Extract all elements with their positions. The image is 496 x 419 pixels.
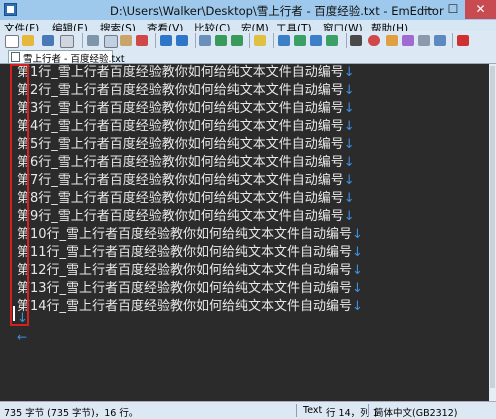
editor-line: 第1行_雪上行者百度经验教你如何给纯文本文件自动编号↓ (17, 64, 355, 82)
toolbar-separator (273, 33, 274, 48)
line-text: 第14行_雪上行者百度经验教你如何给纯文本文件自动编号 (17, 299, 353, 314)
eol-mark: ↓ (343, 137, 355, 152)
line-text: 第12行_雪上行者百度经验教你如何给纯文本文件自动编号 (17, 263, 353, 278)
editor-line: 第6行_雪上行者百度经验教你如何给纯文本文件自动编号↓ (17, 154, 355, 172)
eol-mark: ↓ (352, 227, 363, 242)
toolbar-separator (346, 33, 347, 48)
editor-line: 第7行_雪上行者百度经验教你如何给纯文本文件自动编号↓ (17, 172, 355, 190)
editor-line: 第14行_雪上行者百度经验教你如何给纯文本文件自动编号↓ (17, 298, 363, 316)
undo-icon[interactable] (160, 35, 172, 46)
editor-line: 第5行_雪上行者百度经验教你如何给纯文本文件自动编号↓ (17, 136, 355, 154)
line-text: 第7行_雪上行者百度经验教你如何给纯文本文件自动编号 (17, 173, 344, 188)
line-text: 第2行_雪上行者百度经验教你如何给纯文本文件自动编号 (17, 83, 344, 98)
line-text: 第9行_雪上行者百度经验教你如何给纯文本文件自动编号 (17, 209, 344, 224)
settings-icon[interactable] (418, 35, 430, 46)
window-title: D:\Users\Walker\Desktop\雪上行者 - 百度经验.txt … (110, 4, 444, 18)
editor-line: 第12行_雪上行者百度经验教你如何给纯文本文件自动编号↓ (17, 262, 363, 280)
eol-mark: ↓ (352, 245, 363, 260)
editor-line: 第3行_雪上行者百度经验教你如何给纯文本文件自动编号↓ (17, 100, 355, 118)
eol-mark: ↓ (352, 299, 363, 314)
redo-icon[interactable] (176, 35, 188, 46)
line-text: 第4行_雪上行者百度经验教你如何给纯文本文件自动编号 (17, 119, 344, 134)
highlight-icon[interactable] (254, 35, 266, 46)
view-icon[interactable] (326, 35, 338, 46)
window-icon[interactable] (434, 35, 446, 46)
new-file-icon[interactable] (5, 35, 19, 48)
view-icon[interactable] (278, 35, 290, 46)
status-separator (296, 404, 297, 417)
view-icon[interactable] (310, 35, 322, 46)
record-icon[interactable] (368, 35, 380, 46)
view-icon[interactable] (294, 35, 306, 46)
editor-line: 第9行_雪上行者百度经验教你如何给纯文本文件自动编号↓ (17, 208, 355, 226)
delete-icon[interactable] (136, 35, 148, 46)
line-text: 第11行_雪上行者百度经验教你如何给纯文本文件自动编号 (17, 245, 353, 260)
paste-icon[interactable] (120, 35, 132, 46)
print-icon[interactable] (60, 35, 74, 48)
save-icon[interactable] (42, 35, 54, 46)
line-text: 第5行_雪上行者百度经验教你如何给纯文本文件自动编号 (17, 137, 344, 152)
copy-icon[interactable] (104, 35, 118, 48)
line-text: 第3行_雪上行者百度经验教你如何给纯文本文件自动编号 (17, 101, 344, 116)
editor-line: 第8行_雪上行者百度经验教你如何给纯文本文件自动编号↓ (17, 190, 355, 208)
scrollbar-thumb[interactable] (490, 66, 495, 388)
status-mode[interactable]: Text (303, 405, 322, 416)
find-next-icon[interactable] (215, 35, 227, 46)
editor-line: 第13行_雪上行者百度经验教你如何给纯文本文件自动编号↓ (17, 280, 363, 298)
eol-mark: ↓ (343, 191, 355, 206)
eol-mark: ↓ (343, 155, 355, 170)
editor-line: 第10行_雪上行者百度经验教你如何给纯文本文件自动编号↓ (17, 226, 363, 244)
app-icon[interactable] (4, 3, 17, 16)
line-text: 第10行_雪上行者百度经验教你如何给纯文本文件自动编号 (17, 227, 353, 242)
highlight-box (10, 64, 29, 326)
line-text: 第6行_雪上行者百度经验教你如何给纯文本文件自动编号 (17, 155, 344, 170)
status-encoding[interactable]: 简体中文(GB2312) (374, 405, 457, 419)
find-icon[interactable] (199, 35, 211, 46)
toolbar-separator (155, 33, 156, 48)
document-icon (11, 52, 20, 62)
eol-mark: ↓ (343, 83, 355, 98)
toolbar-separator (249, 33, 250, 48)
tab-document[interactable]: 雪上行者 - 百度经验.txt (8, 50, 125, 65)
stop-icon[interactable] (457, 35, 469, 46)
open-folder-icon[interactable] (22, 35, 34, 46)
marker-icon[interactable] (386, 35, 398, 46)
line-text: 第8行_雪上行者百度经验教你如何给纯文本文件自动编号 (17, 191, 344, 206)
toolbar-separator (195, 33, 196, 48)
close-button[interactable]: ✕ (465, 0, 496, 19)
cut-icon[interactable] (87, 35, 99, 46)
status-bar: 735 字节 (735 字节)，16 行。 Text 行 14，列 1 简体中文… (0, 401, 496, 419)
plugin-icon[interactable] (402, 35, 414, 46)
status-separator (368, 404, 369, 417)
status-position: 行 14，列 1 (326, 408, 379, 419)
find-prev-icon[interactable] (231, 35, 243, 46)
eol-mark: ↓ (343, 173, 355, 188)
editor-line: 第11行_雪上行者百度经验教你如何给纯文本文件自动编号↓ (17, 244, 363, 262)
minimize-button[interactable]: — (417, 0, 441, 19)
status-count: 735 字节 (735 字节)，16 行。 (4, 408, 139, 419)
editor-line: 第4行_雪上行者百度经验教你如何给纯文本文件自动编号↓ (17, 118, 355, 136)
eol-mark: ↓ (352, 281, 363, 296)
line-text: 第13行_雪上行者百度经验教你如何给纯文本文件自动编号 (17, 281, 353, 296)
toolbar-separator (82, 33, 83, 48)
eol-mark: ↓ (343, 101, 355, 116)
toolbar-separator (452, 33, 453, 48)
line-text: 第1行_雪上行者百度经验教你如何给纯文本文件自动编号 (17, 65, 344, 80)
eol-mark: ↓ (343, 119, 355, 134)
eof-mark: ← (17, 330, 28, 344)
macro-icon[interactable] (350, 35, 362, 46)
eol-mark: ↓ (343, 65, 355, 80)
eol-mark: ↓ (343, 209, 355, 224)
editor-line: 第2行_雪上行者百度经验教你如何给纯文本文件自动编号↓ (17, 82, 355, 100)
maximize-button[interactable]: ☐ (441, 0, 465, 19)
eol-mark: ↓ (352, 263, 363, 278)
tab-label: 雪上行者 - 百度经验.txt (23, 54, 125, 65)
